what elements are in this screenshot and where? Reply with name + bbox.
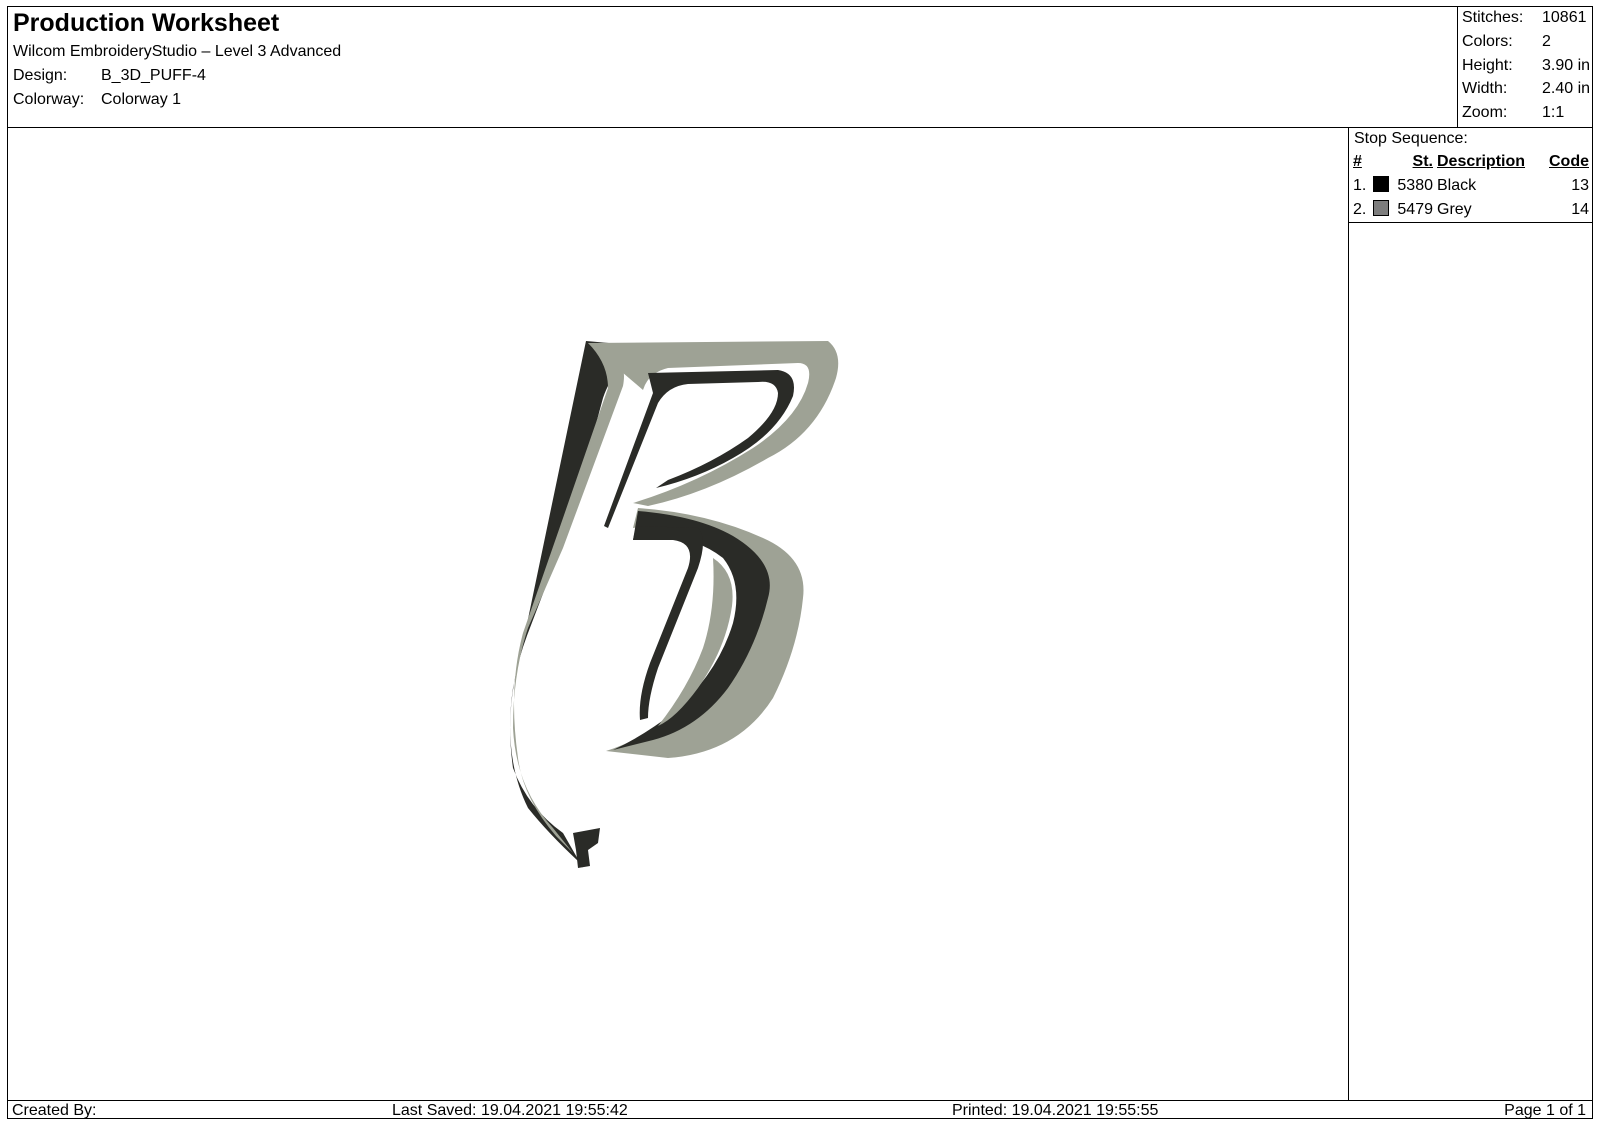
table-row: 2. 5479 Grey 14 — [1351, 198, 1591, 222]
design-canvas — [8, 128, 1348, 1100]
row-st: 5380 — [1397, 177, 1433, 194]
stat-value: 3.90 in — [1542, 57, 1591, 74]
row-swatch — [1371, 174, 1395, 198]
stat-value: 1:1 — [1542, 104, 1565, 121]
stat-width: Width: 2.40 in — [1462, 80, 1590, 98]
row-num: 2. — [1353, 201, 1367, 218]
stat-height: Height: 3.90 in — [1462, 57, 1590, 75]
stat-colors: Colors: 2 — [1462, 33, 1551, 51]
software-name: Wilcom EmbroideryStudio – Level 3 Advanc… — [13, 43, 342, 60]
row-st: 5479 — [1397, 201, 1433, 218]
col-num-header: # — [1353, 153, 1362, 170]
stat-stitches: Stitches: 10861 — [1462, 9, 1587, 27]
stop-sequence-panel: Stop Sequence: # St. Description Code 1.… — [1348, 128, 1593, 1100]
stem-dark — [510, 341, 643, 868]
page-title: Production Worksheet — [13, 9, 280, 37]
stem-grey — [513, 343, 624, 853]
col-desc-header: Description — [1437, 153, 1526, 170]
stat-value: 10861 — [1542, 9, 1587, 26]
stat-label: Height: — [1462, 57, 1513, 74]
row-desc: Grey — [1437, 201, 1472, 218]
header: Production Worksheet Wilcom EmbroiderySt… — [8, 7, 1592, 128]
col-swatch-header — [1371, 150, 1395, 174]
col-code-header: Code — [1549, 153, 1589, 170]
printed-date: Printed: 19.04.2021 19:55:55 — [952, 1102, 1159, 1119]
last-saved: Last Saved: 19.04.2021 19:55:42 — [392, 1102, 628, 1119]
table-header-row: # St. Description Code — [1351, 150, 1591, 174]
color-swatch — [1373, 176, 1389, 192]
tail — [573, 828, 600, 868]
stop-sequence-box: Stop Sequence: # St. Description Code 1.… — [1349, 128, 1593, 223]
stat-label: Stitches: — [1462, 9, 1524, 26]
stat-zoom: Zoom: 1:1 — [1462, 104, 1564, 122]
colorway-label: Colorway: — [13, 91, 85, 108]
design-value: B_3D_PUFF-4 — [101, 67, 206, 84]
page-number: Page 1 of 1 — [1504, 1102, 1586, 1119]
row-num: 1. — [1353, 177, 1367, 194]
table-row: 1. 5380 Black 13 — [1351, 174, 1591, 198]
created-by: Created By: — [12, 1102, 97, 1119]
stop-sequence-table: # St. Description Code 1. 5380 Black 13 … — [1351, 150, 1591, 222]
color-swatch — [1373, 200, 1389, 216]
row-swatch — [1371, 198, 1395, 222]
row-code: 14 — [1571, 201, 1589, 218]
design-label: Design: — [13, 67, 68, 84]
stat-label: Width: — [1462, 80, 1508, 97]
worksheet: Production Worksheet Wilcom EmbroiderySt… — [7, 6, 1593, 1119]
row-desc: Black — [1437, 177, 1477, 194]
stat-value: 2.40 in — [1542, 80, 1591, 97]
stats-panel: Stitches: 10861 Colors: 2 Height: 3.90 in W… — [1457, 7, 1593, 127]
stat-label: Zoom: — [1462, 104, 1508, 121]
col-st-header: St. — [1412, 153, 1433, 170]
footer: Created By: Last Saved: 19.04.2021 19:55… — [8, 1100, 1592, 1119]
stat-value: 2 — [1542, 33, 1551, 50]
stop-sequence-title: Stop Sequence: — [1354, 130, 1468, 147]
colorway-row: Colorway: Colorway 1 — [13, 91, 181, 109]
colorway-value: Colorway 1 — [101, 91, 182, 108]
design-row: Design: B_3D_PUFF-4 — [13, 67, 206, 85]
row-code: 13 — [1571, 177, 1589, 194]
stat-label: Colors: — [1462, 33, 1513, 50]
embroidery-design-b — [510, 341, 839, 868]
